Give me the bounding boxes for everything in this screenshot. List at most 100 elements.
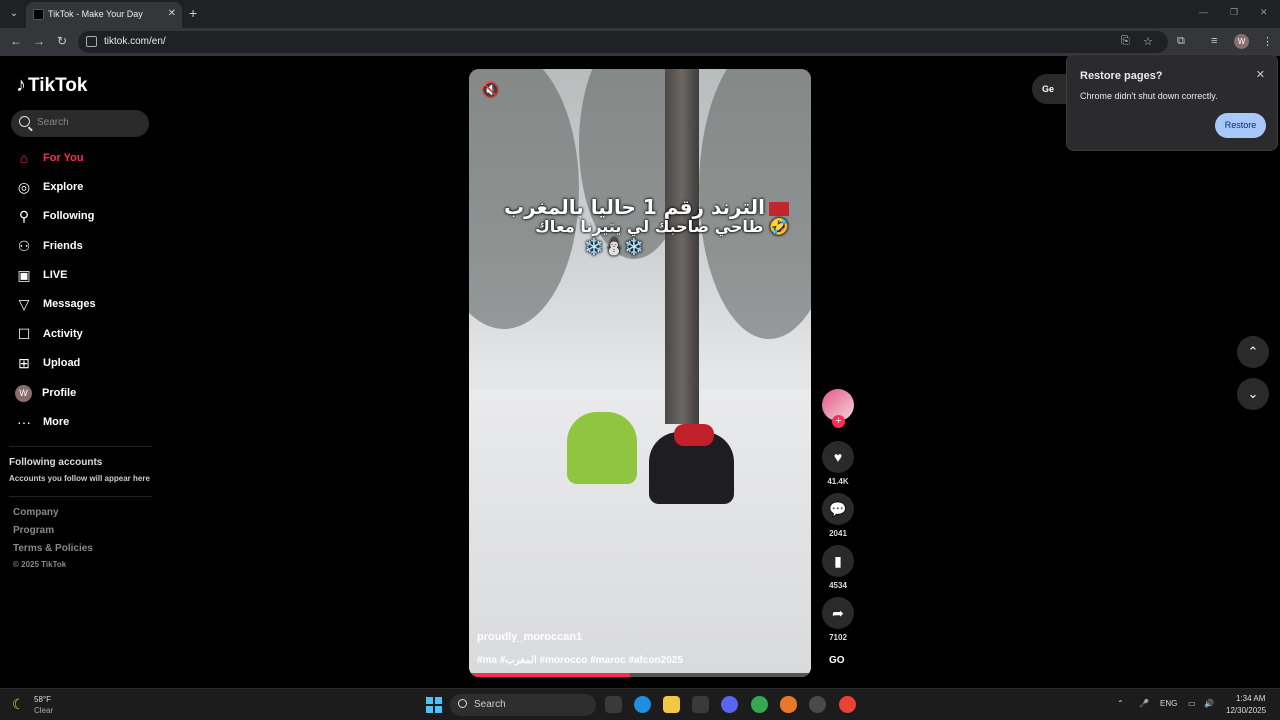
- tray-overflow-icon[interactable]: ⌃: [1117, 699, 1124, 708]
- chrome-menu-icon[interactable]: ⋮: [1262, 35, 1273, 48]
- tiktok-note-icon: ♪: [16, 74, 26, 96]
- bookmark-star-icon[interactable]: ☆: [1143, 35, 1153, 48]
- nav-activity[interactable]: ☐ Activity: [15, 322, 155, 346]
- footer-terms-link[interactable]: Terms & Policies: [13, 543, 93, 554]
- nav-live[interactable]: ▣ LIVE: [15, 263, 155, 287]
- previous-video-button[interactable]: ⌃: [1237, 336, 1269, 368]
- chevron-up-icon: ⌃: [1247, 344, 1259, 359]
- discord-icon[interactable]: [721, 696, 738, 713]
- divider: [9, 496, 152, 497]
- search-input[interactable]: Search: [11, 110, 149, 137]
- reload-button[interactable]: ↻: [57, 34, 67, 48]
- store-icon[interactable]: [692, 696, 709, 713]
- comment-icon[interactable]: 💬: [822, 493, 854, 525]
- video-hashtags[interactable]: #ma #المغرب #morocco #maroc #afcon2025: [477, 655, 683, 666]
- follow-plus-icon[interactable]: +: [832, 415, 845, 428]
- language-indicator[interactable]: ENG: [1160, 699, 1177, 708]
- mute-icon[interactable]: 🔇: [481, 81, 500, 99]
- weather-temp[interactable]: 58°F: [34, 695, 51, 704]
- moon-icon[interactable]: ☾: [12, 696, 25, 713]
- restore-pages-dialog: Restore pages? ✕ Chrome didn't shut down…: [1066, 54, 1278, 151]
- mic-tray-icon[interactable]: 🎤: [1139, 699, 1149, 708]
- browser-profile-avatar[interactable]: W: [1234, 34, 1249, 49]
- video-progress-bar[interactable]: [469, 673, 811, 677]
- nav-explore[interactable]: ◎ Explore: [15, 175, 155, 199]
- nav-label: Following: [43, 210, 95, 222]
- nav-for-you[interactable]: ⌂ For You: [15, 146, 155, 170]
- nav-upload[interactable]: ⊞ Upload: [15, 351, 155, 375]
- edge-icon[interactable]: [634, 696, 651, 713]
- comment-count: 2041: [829, 529, 847, 538]
- person-green-jacket: [567, 412, 637, 484]
- back-button[interactable]: ←: [10, 34, 22, 48]
- chrome-icon[interactable]: [751, 696, 768, 713]
- person-icon: ⚲: [18, 208, 30, 224]
- volume-icon[interactable]: 🔊: [1204, 699, 1214, 708]
- video-text-overlay: الترند رقم 1 حاليا بالمغرب طاحي صاحبك لي…: [499, 197, 789, 257]
- comment-action[interactable]: 💬 2041: [822, 493, 854, 538]
- browser-tab[interactable]: TikTok - Make Your Day ✕: [26, 2, 182, 28]
- weather-desc[interactable]: Clear: [34, 706, 53, 715]
- maximize-button[interactable]: ❐: [1230, 7, 1238, 18]
- nav-label: Profile: [42, 387, 77, 399]
- nav-messages[interactable]: ▽ Messages: [15, 292, 155, 316]
- site-info-icon[interactable]: [86, 36, 97, 47]
- restore-button[interactable]: Restore: [1215, 113, 1266, 138]
- footer-company-link[interactable]: Company: [13, 507, 59, 518]
- save-count: 4534: [829, 581, 847, 590]
- tiktok-logo[interactable]: ♪ TikTok: [16, 74, 87, 97]
- overlay-line-2: طاحي صاحبك لي يتيرنا معاك 🤣: [535, 217, 789, 236]
- clock-date[interactable]: 12/30/2025: [1226, 706, 1266, 715]
- media-controls-icon[interactable]: ≡: [1211, 35, 1217, 47]
- windows-start-icon[interactable]: [426, 697, 442, 713]
- taskbar-search[interactable]: Search: [450, 694, 596, 716]
- tab-close-icon[interactable]: ✕: [168, 8, 176, 19]
- nav-label: Explore: [43, 181, 84, 193]
- following-accounts-subtitle: Accounts you follow will appear here: [9, 474, 150, 483]
- tab-title: TikTok - Make Your Day: [48, 9, 143, 19]
- share-action[interactable]: ➦ 7102: [822, 597, 854, 642]
- nav-more[interactable]: ··· More: [15, 410, 155, 434]
- tab-search-button[interactable]: ⌄: [6, 6, 22, 22]
- clock-time[interactable]: 1:34 AM: [1236, 694, 1265, 703]
- share-count: 7102: [829, 633, 847, 642]
- footer-program-link[interactable]: Program: [13, 525, 54, 536]
- obs-icon[interactable]: [809, 696, 826, 713]
- close-icon[interactable]: ✕: [1256, 68, 1265, 81]
- save-action[interactable]: ▮ 4534: [822, 545, 854, 590]
- overlay-snow-emoji: ❄️⛄❄️: [584, 237, 644, 256]
- file-explorer-icon[interactable]: [663, 696, 680, 713]
- network-icon[interactable]: ▭: [1188, 699, 1196, 708]
- share-icon[interactable]: ➦: [822, 597, 854, 629]
- upload-icon: ⊞: [18, 355, 30, 371]
- extensions-icon[interactable]: ⧉: [1177, 35, 1185, 48]
- forward-button[interactable]: →: [33, 34, 45, 48]
- copyright: © 2025 TikTok: [13, 560, 67, 569]
- new-tab-button[interactable]: +: [189, 5, 197, 21]
- like-action[interactable]: ♥ 41.4K: [822, 441, 854, 486]
- address-bar[interactable]: tiktok.com/en/: [78, 31, 1168, 53]
- send-icon: ▽: [18, 296, 30, 312]
- minimize-button[interactable]: —: [1199, 7, 1208, 17]
- activity-icon: ☐: [17, 326, 31, 342]
- chrome-profile-icon[interactable]: [839, 696, 856, 713]
- task-view-icon[interactable]: [605, 696, 622, 713]
- video-username[interactable]: proudly_moroccan1: [477, 631, 582, 643]
- next-video-button[interactable]: ⌄: [1237, 378, 1269, 410]
- install-app-icon[interactable]: ⎘: [1121, 35, 1130, 48]
- search-icon: [19, 116, 30, 127]
- window-close-button[interactable]: ✕: [1260, 7, 1268, 18]
- music-disc-icon[interactable]: GO: [829, 655, 845, 666]
- microphone-app-icon[interactable]: [780, 696, 797, 713]
- video-progress-fill: [469, 673, 630, 677]
- bookmark-icon[interactable]: ▮: [822, 545, 854, 577]
- browser-tab-bar: ⌄ TikTok - Make Your Day ✕ + — ❐ ✕: [0, 0, 1280, 28]
- video-player[interactable]: 🔇 الترند رقم 1 حاليا بالمغرب طاحي صاحبك …: [469, 69, 811, 677]
- like-count: 41.4K: [827, 477, 849, 486]
- red-backpack: [674, 424, 714, 446]
- nav-profile[interactable]: W Profile: [15, 381, 155, 405]
- nav-following[interactable]: ⚲ Following: [15, 204, 155, 228]
- heart-icon[interactable]: ♥: [822, 441, 854, 473]
- nav-label: Upload: [43, 357, 81, 369]
- nav-friends[interactable]: ⚇ Friends: [15, 234, 155, 258]
